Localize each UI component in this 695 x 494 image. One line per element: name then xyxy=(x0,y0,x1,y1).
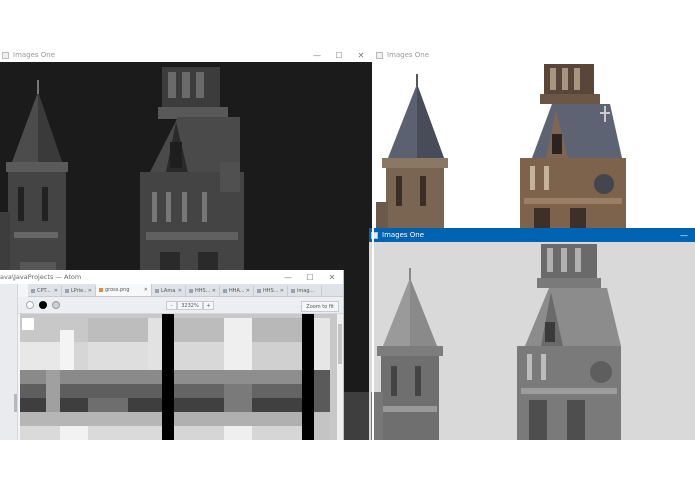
tab[interactable]: LAma...✕ xyxy=(152,286,186,296)
light-image-canvas xyxy=(369,242,695,440)
image-file-icon xyxy=(99,288,103,292)
tab[interactable]: CPT... ✕ xyxy=(28,286,62,296)
tab-file-icon xyxy=(189,289,193,293)
tab-file-icon xyxy=(291,289,295,293)
close-icon[interactable]: ✕ xyxy=(321,273,343,282)
white-background-swatch[interactable] xyxy=(26,301,34,309)
window-divider xyxy=(372,48,374,440)
tab-close-icon[interactable]: ✕ xyxy=(54,288,58,294)
window-icon xyxy=(376,51,383,59)
color-image-canvas xyxy=(374,62,695,228)
zoom-value[interactable]: 3232% xyxy=(177,301,203,310)
gutter-resize-handle[interactable] xyxy=(14,394,17,412)
zoom-control: - 3232% + xyxy=(166,301,214,310)
light-image-window: Images One — xyxy=(369,228,695,440)
tab-file-icon xyxy=(31,289,35,293)
tab-close-icon[interactable]: ✕ xyxy=(88,288,92,294)
tab-close-icon[interactable]: ✕ xyxy=(246,288,250,294)
window-icon xyxy=(2,51,9,59)
color-image-window: Images One xyxy=(374,48,695,228)
atom-window-title: ava\JavaProjects — Atom xyxy=(0,273,82,281)
dark-window-title: Images One xyxy=(13,51,56,59)
tab-close-icon[interactable]: ✕ xyxy=(144,287,148,293)
light-window-titlebar[interactable]: Images One — xyxy=(369,228,695,242)
color-window-titlebar[interactable]: Images One xyxy=(374,48,695,62)
black-background-swatch[interactable] xyxy=(39,301,47,309)
tab-file-icon xyxy=(65,289,69,293)
scrollbar-thumb[interactable] xyxy=(338,324,342,364)
tab[interactable]: HHS... ✕ xyxy=(186,286,220,296)
tab-file-icon xyxy=(155,289,159,293)
vertical-scrollbar[interactable] xyxy=(337,314,343,440)
dark-window-titlebar[interactable]: Images One — ☐ ✕ xyxy=(0,48,372,62)
tab[interactable]: imag... xyxy=(288,286,322,296)
tab[interactable]: HHS... ✕ xyxy=(254,286,288,296)
tab-close-icon[interactable]: ✕ xyxy=(212,288,216,294)
tab-close-icon[interactable]: ✕ xyxy=(178,288,182,294)
minimize-icon[interactable]: — xyxy=(306,51,328,60)
tree-view-gutter[interactable] xyxy=(0,284,18,440)
color-window-title: Images One xyxy=(387,51,430,59)
tab-file-icon xyxy=(223,289,227,293)
zoom-out-button[interactable]: - xyxy=(166,301,177,310)
tab-active[interactable]: gross.png ✕ xyxy=(96,284,152,296)
transparent-background-swatch[interactable] xyxy=(52,301,60,309)
zoom-to-fit-button[interactable]: Zoom to fit xyxy=(301,301,339,312)
maximize-icon[interactable]: ☐ xyxy=(299,273,321,282)
tab-file-icon xyxy=(257,289,261,293)
light-window-title: Images One xyxy=(382,231,425,239)
zoomed-pixel-canvas xyxy=(20,314,338,440)
atom-editor-window: ava\JavaProjects — Atom — ☐ ✕ CPT... ✕ LP… xyxy=(0,270,344,440)
tab[interactable]: HHA... ✕ xyxy=(220,286,254,296)
tab-bar: CPT...✕ LPrie...✕ gross.png✕ LAma...✕ HH… xyxy=(28,284,343,297)
minimize-icon[interactable]: — xyxy=(277,273,299,282)
zoom-in-button[interactable]: + xyxy=(203,301,214,310)
image-view-toolbar: - 3232% + Zoom to fit xyxy=(18,297,343,314)
close-icon[interactable]: ✕ xyxy=(350,51,372,60)
maximize-icon[interactable]: ☐ xyxy=(328,51,350,60)
minimize-icon[interactable]: — xyxy=(673,231,695,240)
atom-titlebar[interactable]: ava\JavaProjects — Atom — ☐ ✕ xyxy=(0,270,343,284)
tab[interactable]: LPrie...✕ xyxy=(62,286,96,296)
tab-close-icon[interactable]: ✕ xyxy=(280,288,284,294)
